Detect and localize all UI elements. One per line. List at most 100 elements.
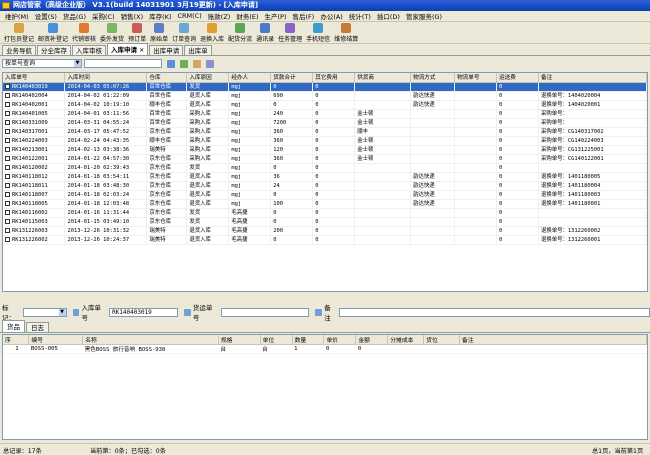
column-header[interactable]: 数量 [292, 335, 325, 345]
table-row[interactable]: RK140120002 2014-01-20 02:39:43 京东仓库 发货 mgj 0… [3, 163, 647, 173]
column-header[interactable]: 金额 [355, 335, 389, 345]
column-header[interactable]: 货位 [423, 335, 461, 345]
toolbar-button[interactable]: 委外发货 [100, 22, 124, 43]
menu-statistics[interactable]: 统计(T) [346, 11, 374, 21]
table-row[interactable]: RK140401005 2014-04-01 03:11:56 百世仓库 采购入库 mg… [3, 109, 647, 119]
table-row[interactable]: 1 BOSS-005 黑色BOSS 旅行音响 BOSS-938 台台 1 0 0 [3, 344, 647, 354]
tab-log[interactable]: 日志 [26, 322, 49, 332]
toolbar-button[interactable]: 维修结算 [334, 22, 358, 43]
column-header[interactable]: 其它费用 [312, 73, 356, 83]
toolbar-button[interactable]: 原始单 [150, 22, 168, 43]
toolbar-button[interactable]: 手机短信 [306, 22, 330, 43]
search-icon[interactable] [167, 59, 175, 68]
column-header[interactable]: 单价 [323, 335, 357, 345]
menu-maintain[interactable]: 维护(M) [2, 11, 32, 21]
row-checkbox[interactable] [5, 209, 10, 215]
row-checkbox[interactable] [5, 218, 10, 224]
row-checkbox[interactable] [5, 101, 10, 107]
row-checkbox[interactable] [5, 164, 10, 170]
column-header[interactable]: 单位 [260, 335, 293, 345]
menu-goods[interactable]: 货品(G) [60, 11, 89, 21]
column-header[interactable]: 规格 [218, 335, 261, 345]
note-field[interactable] [338, 307, 650, 317]
return-no-field[interactable] [220, 307, 310, 317]
column-header[interactable]: 入库单号 [3, 73, 66, 83]
table-row[interactable]: RK140115003 2014-01-15 03:49:10 京东仓库 发货 毛高捷 0… [3, 217, 647, 227]
row-checkbox[interactable] [5, 83, 10, 89]
menu-inventory[interactable]: 库存(K) [146, 11, 174, 21]
column-header[interactable]: 备注 [459, 335, 647, 345]
table-row[interactable]: RK140118011 2014-01-18 03:48:30 京东仓库 退货入库 mg… [3, 181, 647, 191]
column-header[interactable]: 运送费 [496, 73, 539, 83]
filter-icon[interactable] [193, 59, 201, 68]
close-tab-icon[interactable]: ✕ [139, 47, 144, 54]
table-row[interactable]: RK140224003 2014-02-24 04:43:35 顺丰仓库 采购入库 mg… [3, 136, 647, 146]
tab-outbound-request[interactable]: 出库申请 [149, 45, 184, 55]
tab-outbound[interactable]: 出库单 [184, 45, 212, 55]
export-icon[interactable] [206, 59, 214, 68]
column-header[interactable]: 入库原因 [186, 73, 230, 83]
query-input[interactable] [84, 59, 162, 68]
row-checkbox[interactable] [5, 137, 10, 143]
tab-goods[interactable]: 货品 [2, 320, 25, 332]
toolbar-button[interactable]: 代销审核 [72, 22, 96, 43]
toolbar-button[interactable]: 配货分流 [228, 22, 252, 43]
table-row[interactable]: RK131226002 2013-12-26 10:24:37 瑞美特 退货入库 毛高捷… [3, 235, 647, 245]
menu-sales[interactable]: 销售(X) [118, 11, 147, 21]
column-header[interactable]: 物流方式 [410, 73, 456, 83]
query-mode-select[interactable]: 按单号查询 ▼ [2, 59, 82, 68]
row-checkbox[interactable] [5, 119, 10, 125]
menu-interface[interactable]: 插口(D) [374, 11, 403, 21]
refresh-icon[interactable] [180, 59, 188, 68]
toolbar-button[interactable]: 订单查询 [172, 22, 196, 43]
row-checkbox[interactable] [5, 182, 10, 188]
row-checkbox[interactable] [5, 110, 10, 116]
row-checkbox[interactable] [5, 155, 10, 161]
chevron-down-icon[interactable]: ▼ [58, 308, 66, 316]
column-header[interactable]: 经办人 [228, 73, 272, 83]
column-header[interactable]: 分摊成本 [387, 335, 425, 345]
table-row[interactable]: RK140403019 2014-04-03 05:07:26 百世仓库 发货 mgj 0… [3, 82, 647, 92]
column-header[interactable]: 货款合计 [270, 73, 314, 83]
toolbar-button[interactable]: 预订单 [128, 22, 146, 43]
column-header[interactable]: 序 [3, 335, 30, 345]
row-checkbox[interactable] [5, 173, 10, 179]
menu-crm[interactable]: CRM(C) [175, 12, 205, 20]
column-header[interactable]: 仓库 [146, 73, 188, 83]
tab-inbound-request[interactable]: 入库申请 ✕ [107, 43, 149, 55]
menu-settings[interactable]: 设置(S) [32, 11, 60, 21]
menu-purchase[interactable]: 采购(C) [89, 11, 118, 21]
table-row[interactable]: RK140402004 2014-04-02 01:22:09 百世仓库 退货入库 mg… [3, 91, 647, 101]
toolbar-button[interactable]: 打包员登记 [4, 22, 34, 43]
tab-stock[interactable]: 分全库存 [37, 45, 71, 55]
table-row[interactable]: RK140116002 2014-01-16 11:31:44 京东仓库 发货 毛高捷 0… [3, 208, 647, 218]
table-row[interactable]: RK131226003 2013-12-26 10:31:32 瑞美特 退货入库 毛高捷… [3, 226, 647, 236]
row-checkbox[interactable] [5, 146, 10, 152]
table-row[interactable]: RK140118007 2014-01-18 02:03:24 京东仓库 退货入库 mg… [3, 190, 647, 200]
row-checkbox[interactable] [5, 200, 10, 206]
row-checkbox[interactable] [5, 191, 10, 197]
table-row[interactable]: RK140331009 2014-03-31 04:55:24 百世仓库 采购入库 mg… [3, 118, 647, 128]
mark-select[interactable]: ▼ [23, 307, 67, 317]
menu-service[interactable]: 管家服务(G) [403, 11, 445, 21]
row-checkbox[interactable] [5, 128, 10, 134]
table-row[interactable]: RK140118012 2014-01-18 03:54:11 京东仓库 退货入库 mg… [3, 172, 647, 182]
column-header[interactable]: 备注 [538, 73, 647, 83]
row-checkbox[interactable] [5, 92, 10, 98]
menu-aftersale[interactable]: 售后(F) [290, 11, 318, 21]
table-row[interactable]: RK140213001 2014-02-13 03:38:36 瑞美特 采购入库 mgj… [3, 145, 647, 155]
menu-production[interactable]: 生产(P) [262, 11, 290, 21]
table-row[interactable]: RK140402001 2014-04-02 10:19:10 顺丰仓库 退货入库 mg… [3, 100, 647, 110]
column-header[interactable]: 供货商 [354, 73, 412, 83]
tab-inbound-review[interactable]: 入库审核 [72, 45, 106, 55]
table-row[interactable]: RK140118005 2014-01-18 12:03:48 京东仓库 退货入库 mg… [3, 199, 647, 209]
menu-office[interactable]: 办公(A) [317, 11, 346, 21]
chevron-down-icon[interactable]: ▼ [74, 60, 81, 67]
menu-accounts[interactable]: 账款(Z) [205, 11, 234, 21]
toolbar-button[interactable]: 退换入库 [200, 22, 224, 43]
column-header[interactable]: 编号 [28, 335, 84, 345]
toolbar-button[interactable]: 通讯录 [256, 22, 274, 43]
inbound-no-field[interactable]: RK140403019 [109, 307, 179, 317]
toolbar-button[interactable]: 任务管理 [278, 22, 302, 43]
menu-finance[interactable]: 财务(E) [233, 11, 261, 21]
